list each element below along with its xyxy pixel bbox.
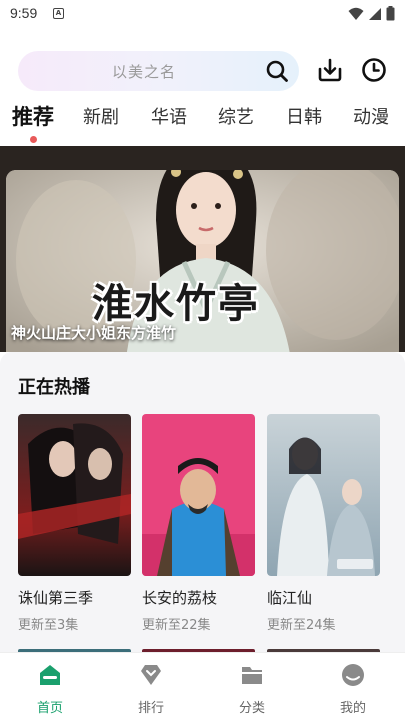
tab-variety[interactable]: 综艺 xyxy=(218,103,254,129)
show-episode-status: 更新至22集 xyxy=(142,618,211,633)
show-title: 临江仙 xyxy=(267,589,313,607)
show-title: 长安的荔枝 xyxy=(142,589,218,607)
status-time: 9:59 xyxy=(10,5,38,21)
nav-label: 我的 xyxy=(339,701,366,716)
wifi-icon xyxy=(348,7,364,20)
search-placeholder: 以美之名 xyxy=(112,63,177,81)
nav-label: 首页 xyxy=(36,701,63,716)
download-icon[interactable] xyxy=(316,56,344,84)
nav-label: 分类 xyxy=(238,701,265,716)
nav-label: 排行 xyxy=(137,701,164,716)
show-title: 诛仙第三季 xyxy=(18,589,94,607)
search-icon[interactable] xyxy=(265,59,289,83)
tab-chinese[interactable]: 华语 xyxy=(151,103,187,129)
folder-icon xyxy=(242,667,262,684)
nav-home[interactable]: 首页 xyxy=(10,653,90,720)
show-episode-status: 更新至3集 xyxy=(18,618,79,633)
now-playing-section: 正在热播 诛仙第三季 更新至3集 长安的荔枝 更新至22集 临江仙 更新至24集 xyxy=(0,352,405,653)
nav-profile[interactable]: 我的 xyxy=(313,653,393,720)
tab-anime[interactable]: 动漫 xyxy=(353,103,389,129)
banner-title: 淮水竹亭 xyxy=(92,280,260,327)
bottom-navigation: 首页 排行 分类 我的 xyxy=(0,652,405,720)
show-poster xyxy=(142,414,255,576)
show-poster xyxy=(267,414,380,576)
tab-recommend[interactable]: 推荐 xyxy=(12,101,54,131)
nav-category[interactable]: 分类 xyxy=(212,653,292,720)
show-card[interactable]: 长安的荔枝 更新至22集 xyxy=(142,414,255,633)
ranking-icon xyxy=(141,665,161,685)
show-episode-status: 更新至24集 xyxy=(267,618,336,633)
active-tab-indicator xyxy=(30,136,37,143)
history-clock-icon[interactable] xyxy=(360,56,388,84)
tab-new-drama[interactable]: 新剧 xyxy=(83,103,119,129)
signal-icon xyxy=(369,7,381,20)
profile-icon xyxy=(342,664,364,686)
hero-banner[interactable]: 淮水竹亭 神火山庄大小姐东方淮竹 xyxy=(0,146,405,352)
search-bar[interactable]: 以美之名 xyxy=(18,51,299,91)
tab-japan-korea[interactable]: 日韩 xyxy=(286,103,322,129)
show-card[interactable]: 临江仙 更新至24集 xyxy=(267,414,380,633)
battery-icon xyxy=(386,6,395,21)
banner-caption: 神火山庄大小姐东方淮竹 xyxy=(11,324,177,342)
show-poster xyxy=(18,414,131,576)
home-icon xyxy=(40,665,60,685)
nav-ranking[interactable]: 排行 xyxy=(111,653,191,720)
notification-icon: A xyxy=(53,8,64,19)
show-card[interactable]: 诛仙第三季 更新至3集 xyxy=(18,414,131,633)
category-tabs: 推荐 新剧 华语 综艺 日韩 动漫 xyxy=(0,103,405,143)
section-title: 正在热播 xyxy=(18,377,90,398)
status-bar: 9:59 A xyxy=(0,0,405,28)
